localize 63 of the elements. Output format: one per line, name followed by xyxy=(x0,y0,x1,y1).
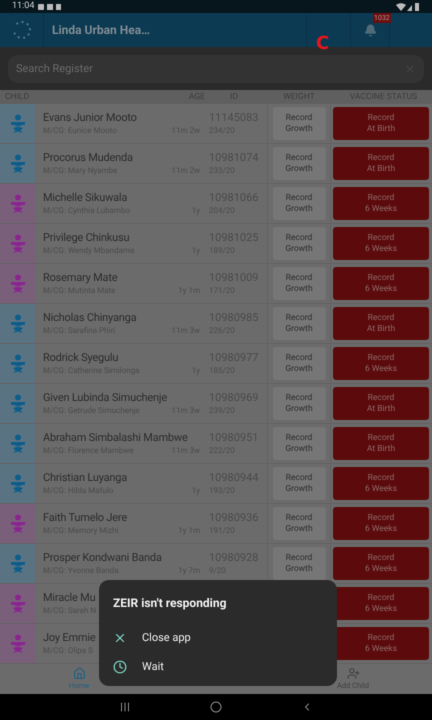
clock-icon xyxy=(113,660,127,674)
baby-icon xyxy=(10,474,26,494)
vaccine-record-button[interactable]: Record 6 Weeks xyxy=(333,507,429,540)
baby-icon xyxy=(10,434,26,454)
child-name[interactable]: Michelle Sikuwala xyxy=(43,190,200,205)
home-circle-icon[interactable] xyxy=(210,701,222,713)
baby-icon xyxy=(10,554,26,574)
add-person-icon xyxy=(346,666,360,680)
vaccine-record-button[interactable]: Record 6 Weeks xyxy=(333,227,429,260)
record-growth-button[interactable]: Record Growth xyxy=(272,107,326,140)
child-name[interactable]: Procorus Mudenda xyxy=(43,150,200,165)
baby-icon xyxy=(10,114,26,134)
record-growth-button[interactable]: Record Growth xyxy=(272,347,326,380)
vaccine-record-button[interactable]: Record At Birth xyxy=(333,307,429,340)
record-growth-button[interactable]: Record Growth xyxy=(272,427,326,460)
logo-icon xyxy=(10,19,32,41)
record-growth-button[interactable]: Record Growth xyxy=(272,387,326,420)
dialog-option[interactable]: Wait xyxy=(113,658,323,675)
record-growth-button[interactable]: Record Growth xyxy=(272,307,326,340)
vaccine-record-button[interactable]: Record 6 Weeks xyxy=(333,547,429,580)
vaccine-record-button[interactable]: Record 6 Weeks xyxy=(333,467,429,500)
record-growth-button[interactable]: Record Growth xyxy=(272,147,326,180)
child-name[interactable]: Rosemary Mate xyxy=(43,270,200,285)
record-growth-button[interactable]: Record Growth xyxy=(272,547,326,580)
facility-title: Linda Urban Hea… xyxy=(52,22,150,39)
baby-icon xyxy=(10,314,26,334)
dialog-option[interactable]: Close app xyxy=(113,630,323,646)
baby-icon xyxy=(10,354,26,374)
record-growth-button[interactable]: Record Growth xyxy=(272,267,326,300)
vaccine-record-button[interactable]: Record 6 Weeks xyxy=(333,347,429,380)
child-name[interactable]: Faith Tumelo Jere xyxy=(43,510,200,525)
record-growth-button[interactable]: Record Growth xyxy=(272,227,326,260)
record-growth-button[interactable]: Record Growth xyxy=(272,507,326,540)
vaccine-record-button[interactable]: Record 6 Weeks xyxy=(333,187,429,220)
signal-battery-icons xyxy=(396,2,420,10)
baby-icon xyxy=(10,634,26,654)
dialog-title: ZEIR isn't responding xyxy=(113,595,228,612)
baby-icon xyxy=(10,394,26,414)
child-name[interactable]: Christian Luyanga xyxy=(43,470,200,485)
child-name[interactable]: Evans Junior Mooto xyxy=(43,110,200,125)
vaccine-record-button[interactable]: Record At Birth xyxy=(333,107,429,140)
record-growth-button[interactable]: Record Growth xyxy=(272,467,326,500)
clock-time: 11:04 xyxy=(12,2,34,11)
marker-letter: C xyxy=(316,35,330,53)
vaccine-record-button[interactable]: Record At Birth xyxy=(333,387,429,420)
child-name[interactable]: Abraham Simbalashi Mambwe xyxy=(43,430,200,445)
record-growth-button[interactable]: Record Growth xyxy=(272,187,326,220)
vaccine-record-button[interactable]: Record At Birth xyxy=(333,427,429,460)
baby-icon xyxy=(10,594,26,614)
baby-icon xyxy=(10,514,26,534)
baby-icon xyxy=(10,154,26,174)
child-name[interactable]: Prosper Kondwani Banda xyxy=(43,550,200,565)
baby-icon xyxy=(10,194,26,214)
baby-icon xyxy=(10,274,26,294)
vaccine-record-button[interactable]: Record 6 Weeks xyxy=(333,267,429,300)
child-name[interactable]: Privilege Chinkusu xyxy=(43,230,200,245)
home-icon xyxy=(72,666,86,680)
recent-apps-icon[interactable] xyxy=(119,701,132,713)
child-name[interactable]: Nicholas Chinyanga xyxy=(43,310,200,325)
child-name[interactable]: Given Lubinda Simuchenje xyxy=(43,390,200,405)
child-name[interactable]: Rodrick Syegulu xyxy=(43,350,200,365)
vaccine-record-button[interactable]: Record At Birth xyxy=(333,147,429,180)
baby-icon xyxy=(10,234,26,254)
